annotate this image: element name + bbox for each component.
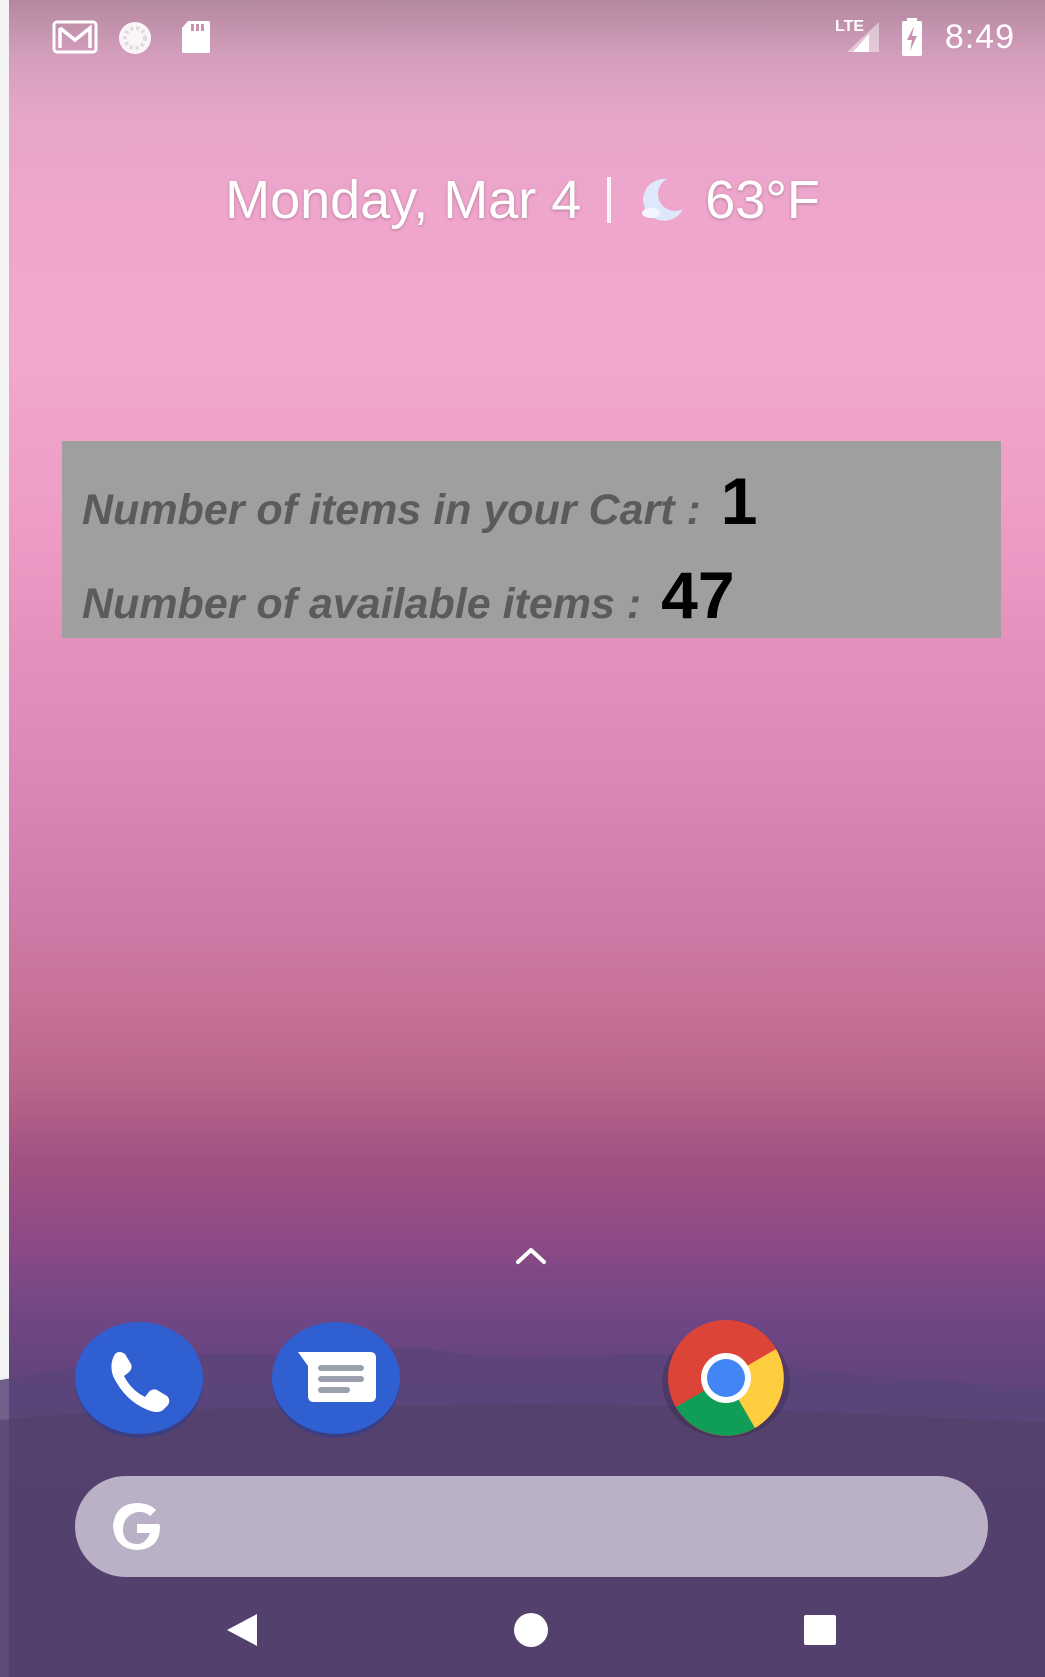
signal-icon <box>847 22 879 52</box>
moon-icon <box>642 178 684 221</box>
back-button[interactable] <box>225 1612 259 1648</box>
gmail-icon <box>52 20 98 54</box>
cart-widget[interactable]: Number of items in your Cart : 1 Number … <box>62 441 1001 638</box>
available-count-label: Number of available items : <box>82 580 642 628</box>
status-bar: LTE 8:49 <box>0 0 1045 78</box>
home-button[interactable] <box>513 1612 549 1648</box>
available-count-value: 47 <box>661 558 735 632</box>
available-count-row: Number of available items : 47 <box>82 557 735 633</box>
cart-count-label: Number of items in your Cart : <box>82 486 701 534</box>
chrome-icon[interactable] <box>660 1320 792 1440</box>
date-text[interactable]: Monday, Mar 4 <box>225 169 581 231</box>
cart-count-value: 1 <box>720 464 758 538</box>
sd-card-icon <box>182 21 210 53</box>
google-g-icon <box>113 1503 160 1550</box>
google-search-bar[interactable] <box>75 1476 988 1577</box>
recents-button[interactable] <box>803 1614 837 1646</box>
cart-count-row: Number of items in your Cart : 1 <box>82 463 758 539</box>
clock: 8:49 <box>944 18 1015 56</box>
at-a-glance[interactable]: Monday, Mar 4 63°F <box>0 160 1045 240</box>
chevron-up-icon[interactable] <box>515 1245 547 1265</box>
temperature-text[interactable]: 63°F <box>705 169 820 231</box>
battery-charging-icon <box>902 18 922 56</box>
phone-icon[interactable] <box>73 1320 205 1440</box>
glance-divider <box>607 177 612 223</box>
messages-icon[interactable] <box>270 1320 402 1440</box>
sync-icon <box>119 22 151 54</box>
